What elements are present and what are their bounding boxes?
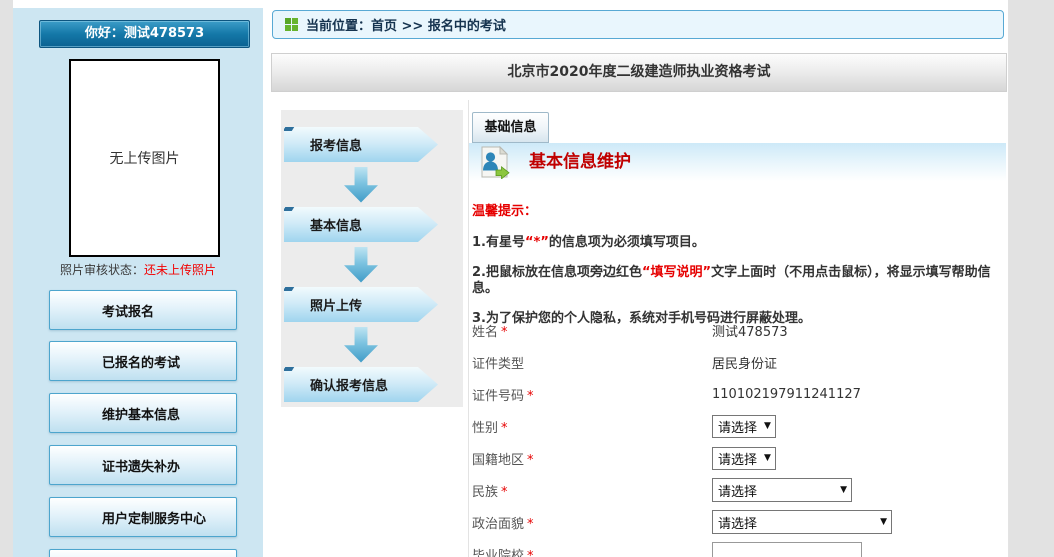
sidebar-menu-button[interactable]: 已报名的考试	[49, 341, 237, 381]
field-label: 民族*	[472, 481, 712, 500]
select-value: 请选择	[718, 481, 757, 500]
field-label: 性别*	[472, 417, 712, 436]
photo-status-value: 还未上传照片	[144, 263, 216, 277]
field-label: 姓名*	[472, 321, 712, 340]
select-政治面貌[interactable]: 请选择 ▼	[712, 510, 892, 534]
exam-title: 北京市2020年度二级建造师执业资格考试	[508, 64, 771, 80]
step-banner[interactable]: 基本信息	[284, 207, 438, 242]
sidebar-menu-button[interactable]: 考试报名	[49, 290, 237, 330]
input-毕业院校[interactable]	[712, 542, 862, 557]
sidebar-menu-button[interactable]: 证书遗失补办	[49, 445, 237, 485]
sidebar: 你好：测试478573 无上传图片 照片审核状态：还未上传照片 考试报名已报名的…	[13, 8, 263, 557]
field-value: 110102197911241127	[712, 387, 861, 402]
photo-status-label: 照片审核状态：	[60, 263, 144, 277]
breadcrumb: 当前位置：首页 >> 报名中的考试	[272, 10, 1004, 39]
tip-note: 2.把鼠标放在信息项旁边红色“填写说明”文字上面时（不用点击鼠标），将显示填写帮…	[472, 265, 997, 297]
content-panel: 报考信息基本信息照片上传确认报考信息 基础信息 基本信息维护 温馨提示： 1.有…	[271, 100, 1009, 557]
select-value: 请选择	[718, 513, 757, 532]
step-arrow-gap	[284, 242, 438, 287]
select-民族[interactable]: 请选择 ▼	[712, 478, 852, 502]
user-greeting-button[interactable]: 你好：测试478573	[39, 20, 250, 48]
photo-placeholder-box: 无上传图片	[69, 59, 220, 257]
form-row: 国籍地区* 请选择 ▼	[472, 442, 1002, 474]
field-label: 政治面貌*	[472, 513, 712, 532]
tab-label: 基础信息	[484, 120, 536, 135]
form-row: 姓名*测试478573	[472, 314, 1002, 346]
sidebar-menu-button-partial[interactable]	[49, 549, 237, 557]
step-arrow-gap	[284, 162, 438, 207]
chevron-down-icon: ▼	[840, 485, 847, 495]
section-title: 基本信息维护	[529, 143, 631, 181]
required-asterisk: *	[501, 421, 508, 436]
sidebar-menu-button[interactable]: 用户定制服务中心	[49, 497, 237, 537]
sidebar-menu-button[interactable]: 维护基本信息	[49, 393, 237, 433]
tips-title: 温馨提示：	[472, 200, 997, 219]
required-asterisk: *	[501, 325, 508, 340]
field-value: 居民身份证	[712, 353, 777, 372]
form-row: 证件类型居民身份证	[472, 346, 1002, 378]
required-asterisk: *	[501, 485, 508, 500]
arrow-down-icon	[344, 247, 378, 283]
basic-info-form: 姓名*测试478573证件类型居民身份证证件号码*110102197911241…	[472, 314, 1002, 557]
select-value: 请选择	[718, 449, 757, 468]
form-row: 性别* 请选择 ▼	[472, 410, 1002, 442]
step-banner[interactable]: 照片上传	[284, 287, 438, 322]
required-asterisk: *	[527, 389, 534, 404]
step-flow: 报考信息基本信息照片上传确认报考信息	[281, 110, 463, 407]
select-value: 请选择	[718, 417, 757, 436]
field-label: 证件类型	[472, 353, 712, 372]
form-row: 民族* 请选择 ▼	[472, 474, 1002, 506]
field-label: 毕业院校*	[472, 545, 712, 557]
field-label: 国籍地区*	[472, 449, 712, 468]
step-banner[interactable]: 报考信息	[284, 127, 438, 162]
form-row: 毕业院校*	[472, 538, 1002, 557]
photo-placeholder-text: 无上传图片	[110, 148, 180, 168]
required-asterisk: *	[527, 549, 534, 557]
tip-red-text: “填写说明”	[642, 265, 711, 280]
user-document-icon	[477, 145, 511, 183]
tip-note: 1.有星号“*”的信息项为必须填写项目。	[472, 235, 997, 251]
chevron-down-icon: ▼	[880, 517, 887, 527]
required-asterisk: *	[527, 453, 534, 468]
form-row: 证件号码*110102197911241127	[472, 378, 1002, 410]
chevron-down-icon: ▼	[764, 421, 771, 431]
tab-basic-info[interactable]: 基础信息	[472, 112, 549, 143]
field-label: 证件号码*	[472, 385, 712, 404]
arrow-down-icon	[344, 167, 378, 203]
required-asterisk: *	[527, 517, 534, 532]
select-性别[interactable]: 请选择 ▼	[712, 415, 776, 438]
select-国籍地区[interactable]: 请选择 ▼	[712, 447, 776, 470]
form-row: 政治面貌* 请选择 ▼	[472, 506, 1002, 538]
breadcrumb-label: 当前位置：首页 >> 报名中的考试	[306, 15, 506, 34]
arrow-down-icon	[344, 327, 378, 363]
chevron-down-icon: ▼	[764, 453, 771, 463]
section-header-band: 基本信息维护	[469, 143, 1006, 181]
field-value: 测试478573	[712, 321, 788, 340]
step-arrow-gap	[284, 322, 438, 367]
grid-icon	[285, 18, 298, 31]
step-banner[interactable]: 确认报考信息	[284, 367, 438, 402]
photo-status: 照片审核状态：还未上传照片	[13, 261, 263, 278]
exam-title-bar: 北京市2020年度二级建造师执业资格考试	[271, 53, 1007, 92]
tip-red-text: “*”	[525, 235, 549, 250]
